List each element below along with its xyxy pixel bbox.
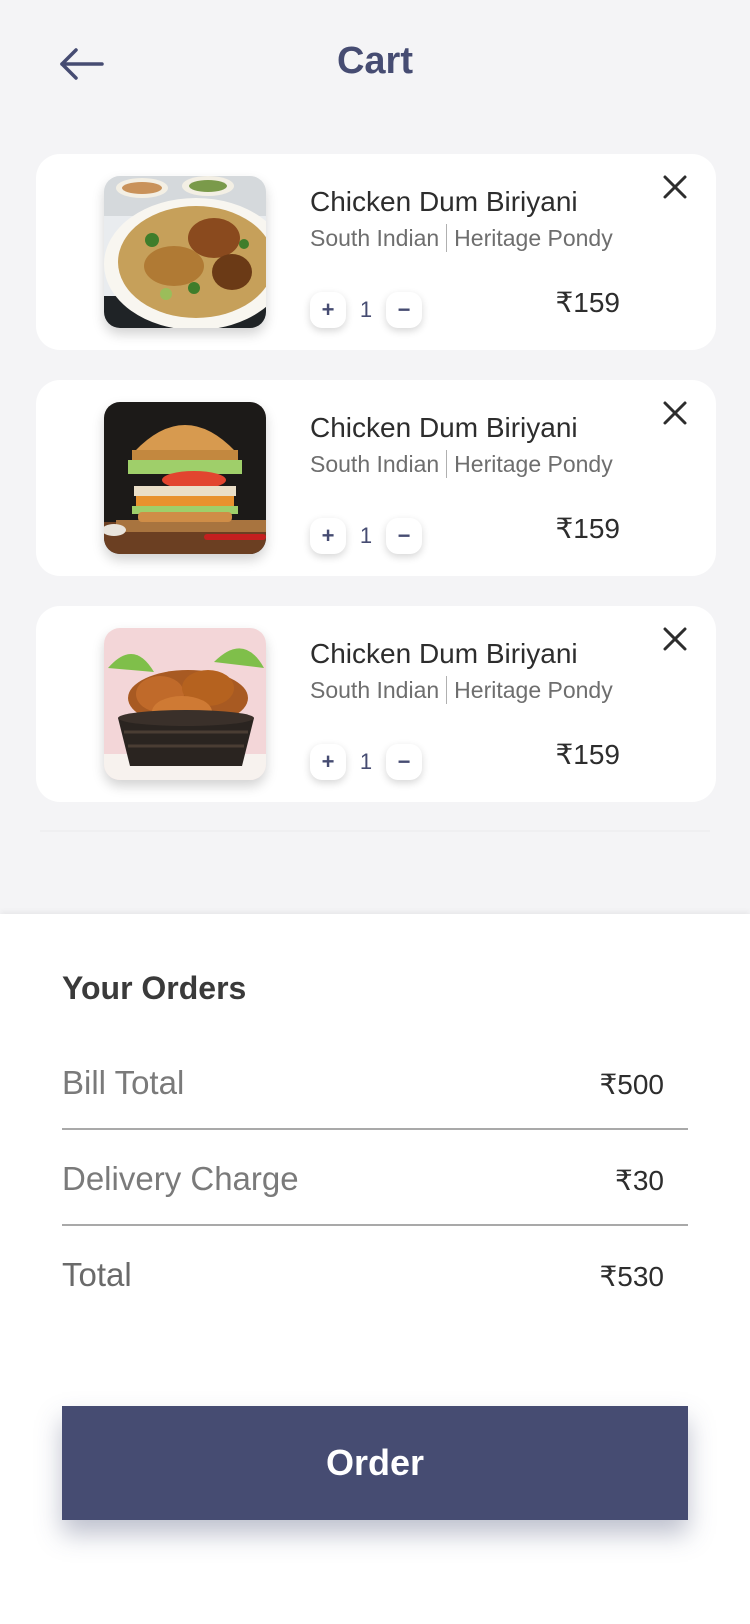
item-cuisine: South Indian [310,224,440,251]
quantity-value: 1 [359,749,373,774]
item-name: Chicken Dum Biriyani [310,412,578,443]
list-divider [40,830,710,832]
total-row: Total ₹530 [62,1226,688,1322]
bill-total-row: Bill Total ₹500 [62,1034,688,1130]
item-name: Chicken Dum Biriyani [310,186,578,217]
decrement-button[interactable]: − [386,744,422,780]
item-restaurant: Heritage Pondy [454,224,613,251]
item-name: Chicken Dum Biriyani [310,638,578,669]
cart-item-card: Chicken Dum Biriyani South Indian Herita… [36,606,716,802]
biryani-plate-image [104,176,266,328]
order-button[interactable]: Order [62,1406,688,1520]
item-restaurant: Heritage Pondy [454,450,613,477]
fried-chicken-basket-image [104,628,266,780]
quantity-value: 1 [359,523,373,548]
remove-item-button[interactable] [660,172,690,202]
meta-divider [446,676,448,704]
bill-total-value: ₹500 [599,1069,664,1100]
burger-image [104,402,266,554]
quantity-stepper: + 1 − [310,518,422,554]
order-summary-sheet: Your Orders Bill Total ₹500 Delivery Cha… [0,914,750,1624]
summary-title: Your Orders [62,970,247,1006]
delivery-charge-row: Delivery Charge ₹30 [62,1130,688,1226]
meta-divider [446,224,448,252]
item-price: ₹159 [555,287,620,318]
page-title: Cart [336,40,414,82]
item-meta: South Indian Heritage Pondy [310,224,613,252]
item-restaurant: Heritage Pondy [454,676,613,703]
item-meta: South Indian Heritage Pondy [310,450,613,478]
delivery-charge-value: ₹30 [615,1165,664,1196]
increment-button[interactable]: + [310,518,346,554]
cart-items-list: Chicken Dum Biriyani South Indian Herita… [36,154,716,832]
item-cuisine: South Indian [310,676,440,703]
item-price: ₹159 [555,513,620,544]
quantity-stepper: + 1 − [310,292,422,328]
remove-item-button[interactable] [660,624,690,654]
close-icon [663,627,687,651]
close-icon [663,401,687,425]
decrement-button[interactable]: − [386,292,422,328]
total-label: Total [62,1256,132,1293]
quantity-stepper: + 1 − [310,744,422,780]
item-price: ₹159 [555,739,620,770]
decrement-button[interactable]: − [386,518,422,554]
total-value: ₹530 [599,1261,664,1292]
item-cuisine: South Indian [310,450,440,477]
cart-item-card: Chicken Dum Biriyani South Indian Herita… [36,380,716,576]
item-meta: South Indian Heritage Pondy [310,676,613,704]
delivery-charge-label: Delivery Charge [62,1160,299,1197]
increment-button[interactable]: + [310,292,346,328]
bill-total-label: Bill Total [62,1064,185,1101]
quantity-value: 1 [359,297,373,322]
increment-button[interactable]: + [310,744,346,780]
cart-item-card: Chicken Dum Biriyani South Indian Herita… [36,154,716,350]
header: Cart [0,0,750,130]
remove-item-button[interactable] [660,398,690,428]
close-icon [663,175,687,199]
meta-divider [446,450,448,478]
